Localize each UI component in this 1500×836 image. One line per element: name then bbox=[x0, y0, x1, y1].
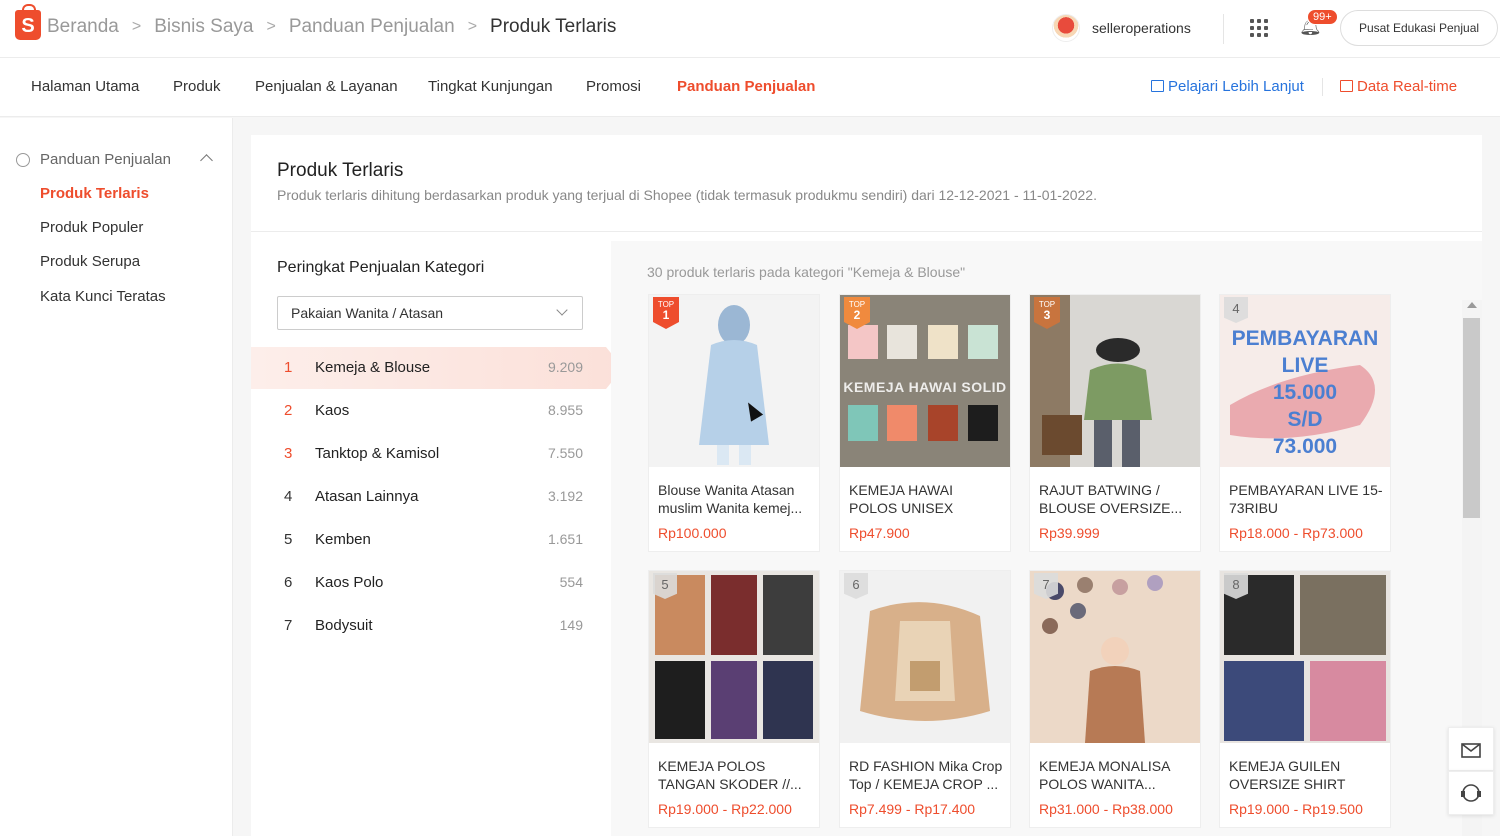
tab-sales-guide[interactable]: Panduan Penjualan bbox=[677, 78, 815, 95]
sidebar-item-popular[interactable]: Produk Populer bbox=[40, 219, 143, 236]
breadcrumb-current: Produk Terlaris bbox=[490, 16, 617, 37]
divider bbox=[1322, 78, 1323, 96]
sidebar-item-keywords[interactable]: Kata Kunci Teratas bbox=[40, 288, 166, 305]
product-image-text: PEMBAYARAN LIVE 15.000 S/D 73.000 bbox=[1231, 327, 1379, 458]
product-card[interactable]: 7 KEMEJA MONALISA POLOS WANITA... Rp31.0… bbox=[1029, 570, 1201, 828]
category-row[interactable]: 3 Tanktop & Kamisol 7.550 bbox=[251, 433, 611, 475]
tab-home[interactable]: Halaman Utama bbox=[31, 78, 139, 95]
headset-icon bbox=[1461, 784, 1481, 802]
avatar bbox=[1052, 14, 1080, 42]
product-image bbox=[840, 571, 1010, 743]
product-card[interactable]: PEMBAYARAN LIVE 15.000 S/D 73.000 4 PEMB… bbox=[1219, 294, 1391, 552]
breadcrumb-business[interactable]: Bisnis Saya bbox=[154, 16, 253, 38]
rank-badge: 5 bbox=[653, 573, 677, 599]
product-price: Rp19.000 - Rp19.500 bbox=[1229, 801, 1363, 817]
rank-badge: 6 bbox=[844, 573, 868, 599]
product-image-text: KEMEJA HAWAI SOLID bbox=[843, 379, 1007, 395]
breadcrumb: Beranda > Bisnis Saya > Panduan Penjuala… bbox=[47, 16, 616, 38]
tab-products[interactable]: Produk bbox=[173, 78, 221, 95]
support-button[interactable] bbox=[1448, 771, 1494, 815]
chevron-right-icon: > bbox=[266, 18, 276, 35]
product-price: Rp7.499 - Rp17.400 bbox=[849, 801, 976, 817]
product-name: KEMEJA POLOS TANGAN SKODER //... bbox=[658, 758, 802, 792]
product-card[interactable]: 6 RD FASHION Mika Crop Top / KEMEJA CROP… bbox=[839, 570, 1011, 828]
page-subtitle: Produk terlaris dihitung berdasarkan pro… bbox=[277, 187, 1097, 203]
product-name: RD FASHION Mika Crop Top / KEMEJA CROP .… bbox=[849, 758, 1003, 792]
product-name: KEMEJA HAWAI POLOS UNISEX KATU... bbox=[849, 482, 954, 516]
product-price: Rp31.000 - Rp38.000 bbox=[1039, 801, 1173, 817]
product-card[interactable]: 8 KEMEJA GUILEN OVERSIZE SHIRT Rp19.000 … bbox=[1219, 570, 1391, 828]
product-name: Blouse Wanita Atasan muslim Wanita kemej… bbox=[658, 482, 803, 516]
products-caption: 30 produk terlaris pada kategori "Kemeja… bbox=[647, 264, 966, 280]
divider bbox=[1223, 14, 1224, 44]
shopee-logo-icon[interactable]: S bbox=[15, 4, 41, 40]
product-card[interactable]: TOP 3 RAJUT BATWING / BLOUSE OVERSIZE... … bbox=[1029, 294, 1201, 552]
product-price: Rp100.000 bbox=[658, 525, 727, 541]
tab-sales-service[interactable]: Penjualan & Layanan bbox=[255, 78, 398, 95]
chevron-up-icon[interactable] bbox=[200, 154, 213, 167]
seller-education-button[interactable]: Pusat Edukasi Penjual bbox=[1340, 10, 1498, 46]
product-image bbox=[1220, 571, 1390, 743]
sidebar: Panduan Penjualan Produk Terlaris Produk… bbox=[0, 118, 233, 836]
product-card[interactable]: 5 KEMEJA POLOS TANGAN SKODER //... Rp19.… bbox=[648, 570, 820, 828]
product-name: RAJUT BATWING / BLOUSE OVERSIZE... bbox=[1039, 482, 1183, 516]
main-card: Produk Terlaris Produk terlaris dihitung… bbox=[251, 135, 1482, 836]
mail-icon bbox=[1461, 743, 1481, 758]
scroll-up-arrow-icon[interactable] bbox=[1467, 302, 1477, 308]
category-row[interactable]: 5 Kemben 1.651 bbox=[251, 519, 611, 561]
main-nav: Halaman Utama Produk Penjualan & Layanan… bbox=[0, 58, 1500, 117]
category-ranking-title: Peringkat Penjualan Kategori bbox=[277, 259, 485, 276]
scrollbar-thumb[interactable] bbox=[1463, 318, 1480, 518]
user-menu[interactable]: selleroperations bbox=[1052, 14, 1191, 42]
chart-icon bbox=[1340, 80, 1353, 92]
top-bar: S Beranda > Bisnis Saya > Panduan Penjua… bbox=[0, 0, 1500, 58]
category-row[interactable]: 2 Kaos 8.955 bbox=[251, 390, 611, 432]
breadcrumb-guide[interactable]: Panduan Penjualan bbox=[289, 16, 455, 38]
sidebar-item-best-selling[interactable]: Produk Terlaris bbox=[40, 185, 149, 202]
rank-badge: 4 bbox=[1224, 297, 1248, 323]
sidebar-section-header[interactable]: Panduan Penjualan bbox=[16, 151, 171, 168]
category-row[interactable]: 7 Bodysuit 149 bbox=[251, 605, 611, 647]
product-name: KEMEJA GUILEN OVERSIZE SHIRT bbox=[1229, 758, 1346, 792]
product-panel: 30 produk terlaris pada kategori "Kemeja… bbox=[611, 241, 1482, 836]
apps-grid-icon[interactable] bbox=[1250, 19, 1268, 37]
product-image bbox=[649, 571, 819, 743]
rank-badge: 7 bbox=[1034, 573, 1058, 599]
chevron-down-icon bbox=[556, 304, 568, 316]
product-name: PEMBAYARAN LIVE 15-73RIBU bbox=[1229, 482, 1383, 516]
breadcrumb-home[interactable]: Beranda bbox=[47, 16, 119, 38]
product-card[interactable]: KEMEJA HAWAI SOLID TOP 2 KEMEJA HAWAI POL… bbox=[839, 294, 1011, 552]
product-price: Rp47.900 bbox=[849, 525, 910, 541]
product-name: KEMEJA MONALISA POLOS WANITA... bbox=[1039, 758, 1170, 792]
learn-more-link[interactable]: Pelajari Lebih Lanjut bbox=[1151, 78, 1304, 95]
product-image: PEMBAYARAN LIVE 15.000 S/D 73.000 bbox=[1220, 295, 1390, 467]
book-icon bbox=[1151, 80, 1164, 92]
notification-badge: 99+ bbox=[1307, 9, 1338, 25]
product-price: Rp39.999 bbox=[1039, 525, 1100, 541]
realtime-data-link[interactable]: Data Real-time bbox=[1340, 78, 1457, 95]
chat-button[interactable] bbox=[1448, 727, 1494, 771]
chevron-right-icon: > bbox=[131, 18, 142, 35]
username: selleroperations bbox=[1092, 20, 1191, 36]
tab-traffic[interactable]: Tingkat Kunjungan bbox=[428, 78, 553, 95]
product-price: Rp18.000 - Rp73.000 bbox=[1229, 525, 1363, 541]
sidebar-item-similar[interactable]: Produk Serupa bbox=[40, 253, 140, 270]
product-image bbox=[1030, 571, 1200, 743]
category-row[interactable]: 1 Kemeja & Blouse 9.209 bbox=[251, 347, 623, 389]
category-row[interactable]: 4 Atasan Lainnya 3.192 bbox=[251, 476, 611, 518]
product-price: Rp19.000 - Rp22.000 bbox=[658, 801, 792, 817]
page-title: Produk Terlaris bbox=[277, 160, 404, 181]
rank-badge: 8 bbox=[1224, 573, 1248, 599]
medal-icon bbox=[16, 152, 30, 167]
chevron-right-icon: > bbox=[467, 18, 478, 35]
tab-promotion[interactable]: Promosi bbox=[586, 78, 641, 95]
category-row[interactable]: 6 Kaos Polo 554 bbox=[251, 562, 611, 604]
product-card[interactable]: TOP 1 Blouse Wanita Atasan muslim Wanita … bbox=[648, 294, 820, 552]
category-select[interactable]: Pakaian Wanita / Atasan bbox=[277, 296, 583, 330]
divider bbox=[251, 231, 1482, 232]
